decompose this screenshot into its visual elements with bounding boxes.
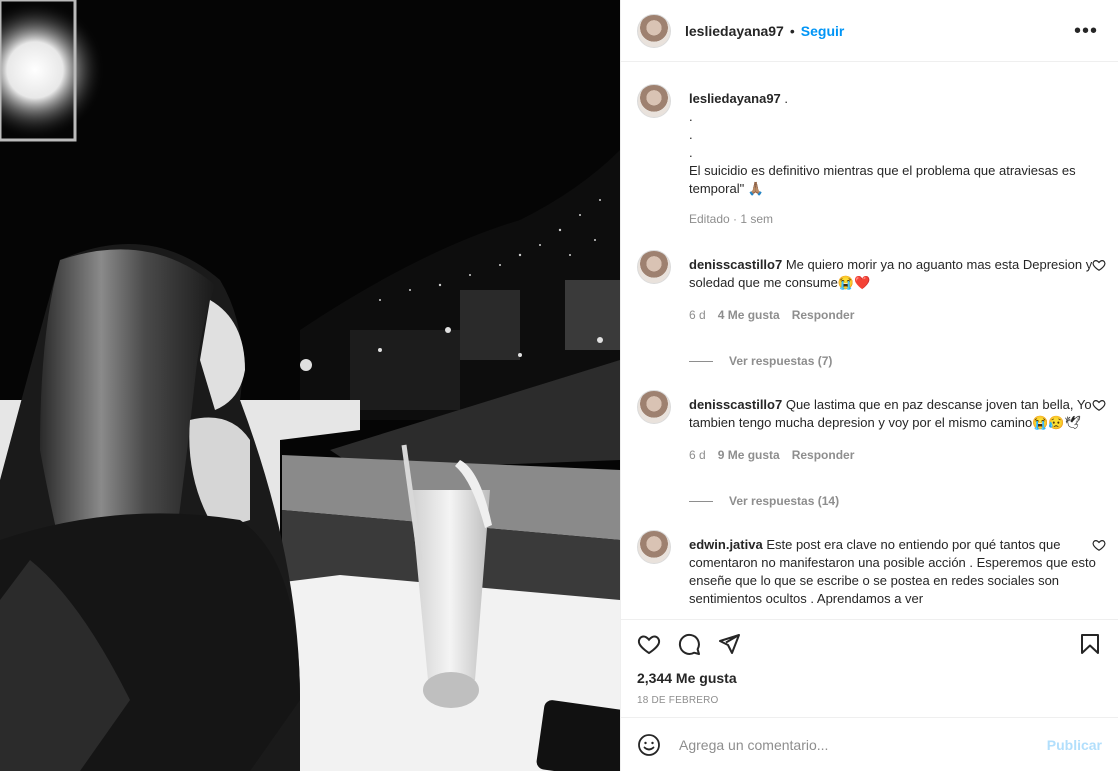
more-icon[interactable]: ••• [1070,21,1102,41]
night-photo-illustration [0,0,620,771]
heart-icon[interactable] [1092,538,1106,552]
view-replies-label: Ver respuestas (14) [729,494,840,508]
comment-meta: 6 d 4 Me gusta Responder [689,306,1102,324]
post-header: lesliedayana97 • Seguir ••• [621,0,1118,62]
avatar[interactable] [637,390,671,424]
caption-body: lesliedayana97 . . . . El suicidio es de… [689,90,1102,228]
emoji-icon[interactable] [637,733,661,757]
view-replies-label: Ver respuestas (7) [729,354,833,368]
follow-button[interactable]: Seguir [801,23,845,39]
add-comment-bar: Publicar [621,717,1118,771]
heart-icon[interactable] [1092,398,1106,412]
separator-dot: • [789,22,795,39]
view-replies-button[interactable]: Ver respuestas (14) [689,494,1102,508]
reply-button[interactable]: Responder [792,306,855,324]
comment-time[interactable]: 6 d [689,446,706,464]
caption-line: . [689,127,693,142]
comment-input[interactable] [677,735,1047,754]
post-date: 18 DE FEBRERO [637,695,719,706]
replies-divider [689,500,713,502]
comment-item: denisscastillo7 Que lastima que en paz d… [637,390,1106,464]
comment-username[interactable]: denisscastillo7 [689,397,782,412]
action-bar [621,619,1118,667]
comment-body: denisscastillo7 Que lastima que en paz d… [689,396,1102,464]
comment-icon[interactable] [677,632,701,656]
comment-likes[interactable]: 4 Me gusta [718,306,780,324]
caption-line: . [780,91,789,106]
comment-meta: 6 d 9 Me gusta Responder [689,446,1102,464]
caption-username[interactable]: lesliedayana97 [689,91,781,106]
caption-meta: Editado · 1 sem [689,212,774,226]
comment-item: denisscastillo7 Me quiero morir ya no ag… [637,250,1106,324]
likes-count[interactable]: 2,344 Me gusta [621,667,1118,689]
reply-button[interactable]: Responder [792,446,855,464]
comment-body: edwin.jativa Este post era clave no enti… [689,536,1102,608]
post-photo[interactable] [0,0,620,771]
bookmark-icon[interactable] [1078,632,1102,656]
replies-divider [689,360,713,362]
caption: lesliedayana97 . . . . El suicidio es de… [637,84,1102,228]
comments-section[interactable]: lesliedayana97 . . . . El suicidio es de… [621,62,1118,619]
view-replies-button[interactable]: Ver respuestas (7) [689,354,1102,368]
publish-button[interactable]: Publicar [1047,737,1102,753]
avatar[interactable] [637,84,671,118]
share-icon[interactable] [717,632,741,656]
heart-icon[interactable] [1092,258,1106,272]
avatar[interactable] [637,530,671,564]
avatar[interactable] [637,250,671,284]
post-modal: lesliedayana97 • Seguir ••• lesliedayana… [0,0,1118,771]
comment-time[interactable]: 6 d [689,306,706,324]
avatar[interactable] [637,13,671,48]
caption-text: El suicidio es definitivo mientras que e… [689,163,1076,196]
caption-line: . [689,145,693,160]
post-side-panel: lesliedayana97 • Seguir ••• lesliedayana… [620,0,1118,771]
comment-username[interactable]: edwin.jativa [689,537,763,552]
comment-item: edwin.jativa Este post era clave no enti… [637,530,1106,608]
caption-line: . [689,109,693,124]
heart-icon[interactable] [637,632,661,656]
comment-username[interactable]: denisscastillo7 [689,257,782,272]
comment-body: denisscastillo7 Me quiero morir ya no ag… [689,256,1102,324]
author-username[interactable]: lesliedayana97 [685,23,784,39]
comment-likes[interactable]: 9 Me gusta [718,446,780,464]
